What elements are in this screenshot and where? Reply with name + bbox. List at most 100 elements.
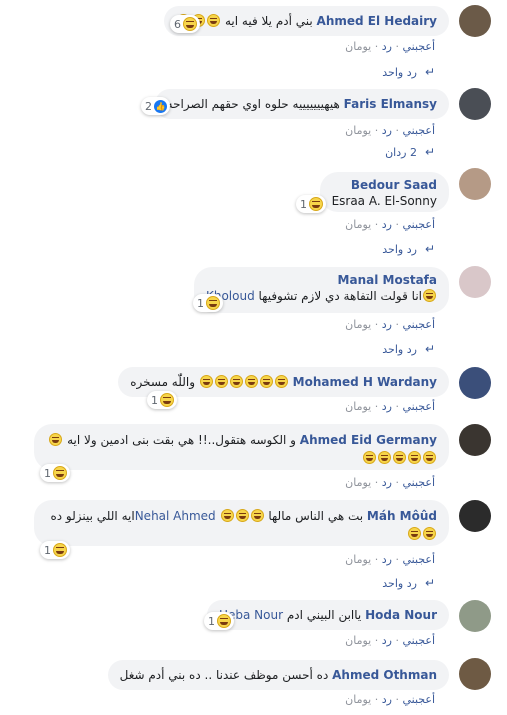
reaction-count-badge[interactable]: 1: [193, 294, 223, 312]
like-link[interactable]: أعجبني: [402, 318, 435, 331]
haha-reaction-icon: [183, 17, 197, 31]
timestamp[interactable]: يومان: [345, 693, 371, 706]
replies-label[interactable]: رد واحد: [382, 577, 417, 590]
comment-actions: أعجبني · رد · يومان: [345, 124, 435, 137]
haha-reaction-icon: [217, 614, 231, 628]
comment-text: بت هي الناس مالها: [268, 509, 364, 523]
author-name[interactable]: Ahmed El Hedairy: [317, 14, 437, 28]
laughing-emoji-icon: [207, 14, 221, 27]
reaction-count-badge[interactable]: 1: [147, 391, 177, 409]
comment-bubble: Ahmed Othman ده أحسن موظف عندنا .. ده بن…: [107, 660, 449, 690]
reaction-count-badge[interactable]: 1: [40, 541, 70, 559]
reaction-count-badge[interactable]: 1: [296, 195, 326, 213]
like-link[interactable]: أعجبني: [402, 218, 435, 231]
timestamp[interactable]: يومان: [345, 634, 371, 647]
comment-text: و الكوسه هتقول..!! هي بقت بنى ادمين ولا …: [67, 433, 296, 447]
timestamp[interactable]: يومان: [345, 476, 371, 489]
comment-actions: أعجبني · رد · يومان: [345, 318, 435, 331]
comment-text: واللّٰه مسخره: [130, 375, 195, 389]
reply-link[interactable]: رد: [382, 553, 392, 566]
replies-label[interactable]: رد واحد: [382, 66, 417, 79]
like-link[interactable]: أعجبني: [402, 634, 435, 647]
like-link[interactable]: أعجبني: [402, 400, 435, 413]
like-link[interactable]: أعجبني: [402, 476, 435, 489]
timestamp[interactable]: يومان: [345, 400, 371, 413]
reaction-count: 6: [174, 17, 181, 31]
author-name[interactable]: Mohamed H Wardany: [293, 375, 437, 389]
timestamp[interactable]: يومان: [345, 124, 371, 137]
laughing-emoji-icon: [250, 509, 264, 522]
laughing-emoji-icon: [229, 375, 243, 388]
author-name[interactable]: Ahmed Eid Germany: [300, 433, 437, 447]
laughing-emoji-icon: [423, 527, 436, 540]
haha-reaction-icon: [160, 393, 174, 407]
timestamp[interactable]: يومان: [345, 40, 371, 53]
comment-actions: أعجبني · رد · يومان: [345, 400, 435, 413]
timestamp[interactable]: يومان: [345, 553, 371, 566]
laughing-emoji-icon: [378, 451, 391, 464]
author-name[interactable]: Manal Mostafa: [206, 272, 437, 288]
reaction-count: 1: [300, 197, 307, 211]
avatar[interactable]: [459, 658, 491, 690]
reaction-count-badge[interactable]: 2 👍: [141, 97, 170, 115]
haha-reaction-icon: [53, 466, 67, 480]
timestamp[interactable]: يومان: [345, 218, 371, 231]
reply-link[interactable]: رد: [382, 476, 392, 489]
author-name[interactable]: Máh Môûd: [367, 509, 437, 523]
haha-reaction-icon: [53, 543, 67, 557]
comment-actions: أعجبني · رد · يومان: [345, 634, 435, 647]
mention-link[interactable]: Nehal Ahmed: [135, 509, 216, 523]
replies-label[interactable]: رد واحد: [382, 243, 417, 256]
reply-link[interactable]: رد: [382, 318, 392, 331]
timestamp[interactable]: يومان: [345, 318, 371, 331]
comment-bubble: Ahmed El Hedairy بني أدم يلا فيه ايه: [164, 6, 449, 36]
avatar[interactable]: [459, 500, 491, 532]
avatar[interactable]: [459, 168, 491, 200]
author-name[interactable]: Hoda Nour: [365, 608, 437, 622]
view-replies[interactable]: ↵ 2 ردان: [385, 145, 435, 159]
reply-link[interactable]: رد: [382, 634, 392, 647]
reaction-count: 1: [44, 466, 51, 480]
reaction-count-badge[interactable]: 1: [40, 464, 70, 482]
avatar[interactable]: [459, 88, 491, 120]
replies-label[interactable]: 2 ردان: [385, 146, 417, 159]
laughing-emoji-icon: [220, 509, 234, 522]
laughing-emoji-icon: [49, 433, 63, 446]
reply-link[interactable]: رد: [382, 218, 392, 231]
like-link[interactable]: أعجبني: [402, 693, 435, 706]
laughing-emoji-icon: [235, 509, 249, 522]
avatar[interactable]: [459, 266, 491, 298]
reaction-count-badge[interactable]: 1: [204, 612, 234, 630]
comment-bubble: Hoda Nour ياابن البيني ادم Heba Nour: [206, 600, 449, 630]
comment-bubble: Bedour Saad Esraa A. El-Sonny: [319, 172, 449, 212]
reaction-count: 1: [197, 296, 204, 310]
avatar[interactable]: [459, 367, 491, 399]
like-link[interactable]: أعجبني: [402, 124, 435, 137]
reply-link[interactable]: رد: [382, 693, 392, 706]
view-replies[interactable]: ↵ رد واحد: [382, 576, 435, 590]
view-replies[interactable]: ↵ رد واحد: [382, 242, 435, 256]
avatar[interactable]: [459, 5, 491, 37]
author-name[interactable]: Faris Elmansy: [344, 97, 437, 111]
laughing-emoji-icon: [363, 451, 376, 464]
mention-link[interactable]: Esraa A. El-Sonny: [332, 193, 437, 209]
avatar[interactable]: [459, 424, 491, 456]
author-name[interactable]: Bedour Saad: [332, 177, 437, 193]
comment-text: ده أحسن موظف عندنا .. ده بني أدم شغل: [119, 668, 329, 682]
view-replies[interactable]: ↵ رد واحد: [382, 342, 435, 356]
view-replies[interactable]: ↵ رد واحد: [382, 65, 435, 79]
reaction-count-badge[interactable]: 6: [170, 15, 200, 33]
reply-link[interactable]: رد: [382, 400, 392, 413]
reply-arrow-icon: ↵: [424, 342, 435, 356]
laughing-emoji-icon: [244, 375, 258, 388]
author-name[interactable]: Ahmed Othman: [332, 668, 437, 682]
reply-link[interactable]: رد: [382, 40, 392, 53]
reply-link[interactable]: رد: [382, 124, 392, 137]
comment-text: هيهيييييييه حلوه اوي حقهم الصراحه: [166, 97, 340, 111]
replies-label[interactable]: رد واحد: [382, 343, 417, 356]
laughing-emoji-icon: [199, 375, 213, 388]
laughing-emoji-icon: [214, 375, 228, 388]
like-link[interactable]: أعجبني: [402, 40, 435, 53]
avatar[interactable]: [459, 600, 491, 632]
like-link[interactable]: أعجبني: [402, 553, 435, 566]
